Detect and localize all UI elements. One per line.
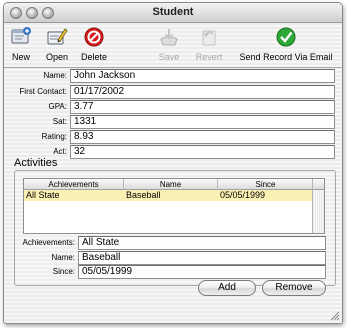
column-header-achievements[interactable]: Achievements — [24, 179, 124, 190]
name-field[interactable]: John Jackson — [70, 69, 335, 83]
activities-group-title: Activities — [14, 157, 58, 169]
revert-label: Revert — [195, 52, 223, 62]
table-header-corner — [313, 179, 324, 190]
revert-button[interactable]: Revert — [192, 26, 226, 62]
gpa-field[interactable]: 3.77 — [70, 100, 335, 114]
column-header-name[interactable]: Name — [124, 179, 218, 190]
open-icon — [47, 28, 68, 45]
remove-button[interactable]: Remove — [262, 280, 326, 296]
save-button[interactable]: Save — [154, 26, 184, 62]
open-label: Open — [45, 52, 69, 62]
resize-grip-icon[interactable] — [330, 311, 340, 321]
toolbar: New Open Delete Save Revert Send Record … — [4, 24, 342, 68]
activity-achievements-label: Achievements: — [22, 238, 75, 247]
sat-field[interactable]: 1331 — [70, 115, 335, 129]
student-window: Student New Open Delete Save Revert Send… — [3, 2, 343, 324]
table-cell-since: 05/05/1999 — [220, 190, 266, 200]
save-icon — [160, 29, 178, 46]
save-label: Save — [158, 52, 180, 62]
table-cell-name: Baseball — [126, 190, 161, 200]
new-icon — [11, 27, 31, 44]
new-label: New — [11, 52, 30, 62]
title-bar[interactable]: Student — [4, 3, 342, 23]
act-field[interactable]: 32 — [70, 145, 335, 159]
first-contact-label: First Contact: — [19, 87, 67, 96]
table-cell-achievements: All State — [26, 190, 60, 200]
sat-label: Sat: — [52, 117, 67, 126]
activity-since-field[interactable]: 05/05/1999 — [78, 265, 326, 279]
delete-icon — [84, 27, 104, 47]
delete-button[interactable]: Delete — [77, 26, 111, 62]
send-email-icon — [276, 27, 296, 47]
add-button[interactable]: Add — [198, 280, 256, 296]
activity-achievements-field[interactable]: All State — [78, 236, 326, 250]
activities-table-scrollbar[interactable] — [312, 179, 324, 233]
column-header-since[interactable]: Since — [218, 179, 314, 190]
activity-since-label: Since: — [52, 267, 75, 276]
toolbar-divider — [4, 67, 342, 68]
first-contact-field[interactable]: 01/17/2002 — [70, 85, 335, 99]
revert-icon — [202, 30, 216, 46]
rating-label: Rating: — [41, 132, 67, 141]
delete-label: Delete — [80, 52, 107, 62]
new-button[interactable]: New — [6, 26, 36, 62]
send-record-via-email-label: Send Record Via Email — [239, 52, 333, 62]
open-button[interactable]: Open — [41, 26, 73, 62]
rating-field[interactable]: 8.93 — [70, 130, 335, 144]
activity-name-label: Name: — [51, 253, 75, 262]
activities-table-header: Achievements Name Since — [24, 179, 314, 190]
activities-table[interactable]: Achievements Name Since All State Baseba… — [23, 178, 325, 234]
send-record-via-email-button[interactable]: Send Record Via Email — [234, 26, 338, 62]
table-row[interactable]: All State Baseball 05/05/1999 — [24, 190, 312, 201]
window-title: Student — [152, 6, 194, 18]
activity-name-field[interactable]: Baseball — [78, 251, 326, 265]
gpa-label: GPA: — [48, 102, 67, 111]
name-label: Name: — [43, 71, 67, 80]
